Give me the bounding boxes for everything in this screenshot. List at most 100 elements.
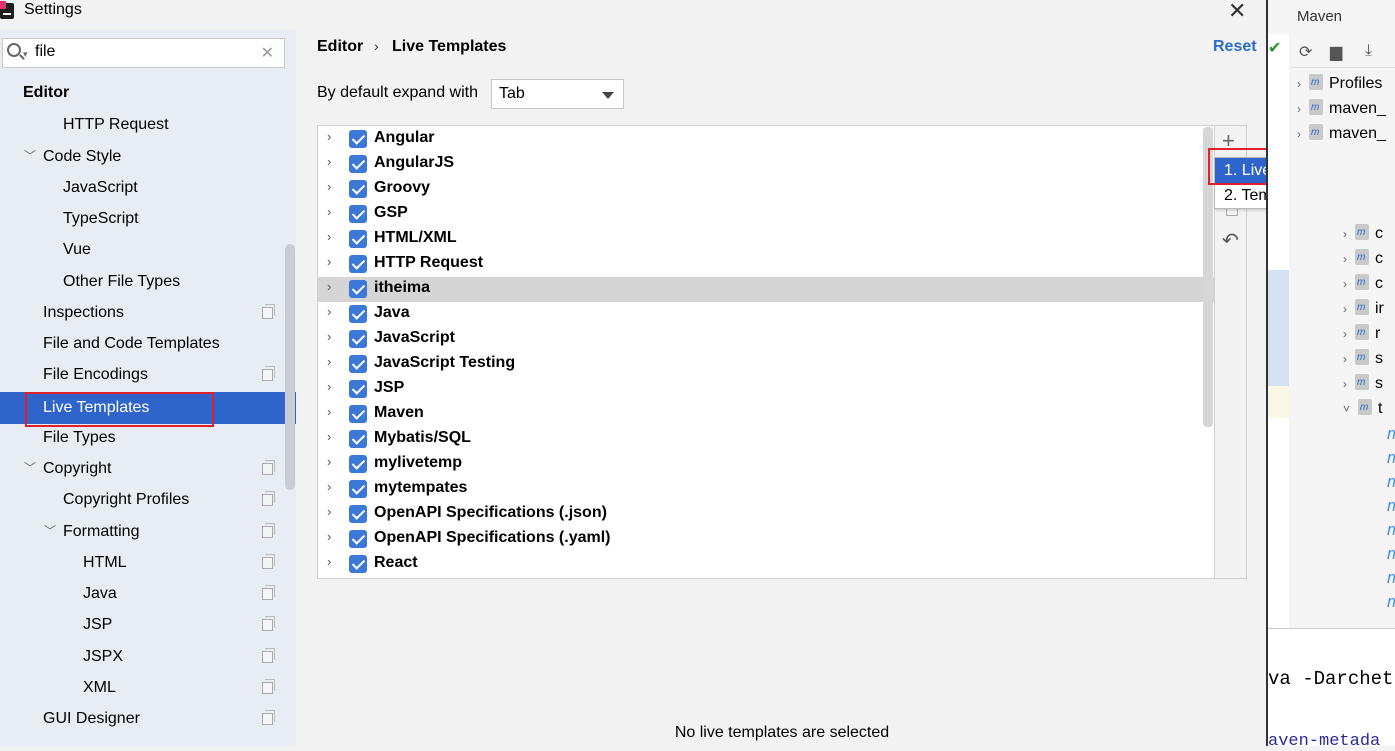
chevron-down-icon[interactable]: ﹀ (24, 141, 36, 172)
maven-row[interactable]: ›s (1343, 374, 1383, 399)
checkbox-checked[interactable] (349, 130, 367, 148)
clear-search-icon[interactable]: ✕ (261, 43, 274, 63)
chevron-right-icon[interactable]: › (1343, 302, 1347, 316)
template-group-row[interactable]: › Maven (318, 402, 1214, 427)
chevron-right-icon[interactable]: › (327, 154, 331, 169)
template-group-row[interactable]: › GSP (318, 202, 1214, 227)
checkbox-checked[interactable] (349, 430, 367, 448)
template-group-row[interactable]: › OpenAPI Specifications (.yaml) (318, 527, 1214, 552)
sidebar-item-file-encodings[interactable]: File Encodings (0, 359, 296, 390)
maven-row[interactable]: › maven_ (1297, 99, 1386, 124)
close-icon[interactable]: ✕ (1228, 0, 1246, 24)
search-icon[interactable] (7, 43, 21, 57)
sidebar-item-jsp[interactable]: JSP (0, 609, 296, 640)
sidebar-item-http-request[interactable]: HTTP Request (0, 109, 296, 140)
maven-row[interactable]: › maven_ (1297, 124, 1386, 149)
template-group-row[interactable]: › OpenAPI Specifications (.json) (318, 502, 1214, 527)
maven-row[interactable]: › Profiles (1297, 74, 1382, 99)
template-group-row[interactable]: › mytempates (318, 477, 1214, 502)
template-group-row[interactable]: › React (318, 552, 1214, 577)
sidebar-item-typescript[interactable]: TypeScript (0, 203, 296, 234)
chevron-right-icon[interactable]: › (1297, 102, 1301, 116)
chevron-right-icon[interactable]: › (327, 479, 331, 494)
template-group-row[interactable]: › HTTP Request (318, 252, 1214, 277)
checkbox-checked[interactable] (349, 255, 367, 273)
chevron-right-icon[interactable]: › (1343, 352, 1347, 366)
reset-link[interactable]: Reset (1213, 38, 1257, 56)
maven-row[interactable]: ˅t (1343, 399, 1382, 424)
checkbox-checked[interactable] (349, 480, 367, 498)
template-group-row[interactable]: › Angular (318, 127, 1214, 152)
chevron-right-icon[interactable]: › (1343, 377, 1347, 391)
sidebar-item-live-templates[interactable]: Live Templates (0, 392, 296, 424)
sidebar-item-jspx[interactable]: JSPX (0, 641, 296, 672)
chevron-right-icon[interactable]: › (1297, 127, 1301, 141)
checkbox-checked[interactable] (349, 555, 367, 573)
chevron-right-icon[interactable]: › (327, 454, 331, 469)
sidebar-item-java[interactable]: Java (0, 578, 296, 609)
chevron-down-icon[interactable]: ﹀ (44, 516, 56, 547)
chevron-right-icon[interactable]: › (327, 329, 331, 344)
template-group-row[interactable]: › Mybatis/SQL (318, 427, 1214, 452)
sidebar-item-editor[interactable]: Editor (0, 77, 296, 108)
checkbox-checked[interactable] (349, 155, 367, 173)
maven-row[interactable]: ›c (1343, 274, 1383, 299)
maven-row[interactable]: ›c (1343, 249, 1383, 274)
maven-row[interactable]: ›r (1343, 324, 1380, 349)
sidebar-item-copyright[interactable]: ﹀ Copyright (0, 453, 296, 484)
sidebar-item-formatting[interactable]: ﹀ Formatting (0, 516, 296, 547)
download-icon[interactable]: ⤓ (1365, 42, 1372, 60)
chevron-right-icon[interactable]: › (1343, 227, 1347, 241)
chevron-right-icon[interactable]: › (327, 504, 331, 519)
checkbox-checked[interactable] (349, 380, 367, 398)
chevron-right-icon[interactable]: › (327, 404, 331, 419)
sidebar-item-vue[interactable]: Vue (0, 234, 296, 265)
sidebar-item-html[interactable]: HTML (0, 547, 296, 578)
chevron-right-icon[interactable]: › (327, 129, 331, 144)
templates-scrollbar[interactable] (1203, 127, 1213, 427)
sidebar-item-file-and-code-templates[interactable]: File and Code Templates (0, 328, 296, 359)
restore-icon[interactable]: ↶ (1222, 228, 1239, 253)
chevron-right-icon[interactable]: › (1343, 327, 1347, 341)
checkbox-checked[interactable] (349, 305, 367, 323)
sidebar-item-code-style[interactable]: ﹀ Code Style (0, 141, 296, 172)
chevron-right-icon[interactable]: › (327, 529, 331, 544)
chevron-right-icon[interactable]: › (327, 379, 331, 394)
chevron-right-icon[interactable]: › (1343, 277, 1347, 291)
template-group-row[interactable]: › Java (318, 302, 1214, 327)
checkbox-checked[interactable] (349, 355, 367, 373)
add-icon[interactable]: + (1222, 128, 1235, 154)
chevron-right-icon[interactable]: › (327, 204, 331, 219)
chevron-right-icon[interactable]: › (327, 279, 331, 294)
checkbox-checked[interactable] (349, 205, 367, 223)
chevron-right-icon[interactable]: › (327, 229, 331, 244)
template-group-row[interactable]: › JSP (318, 377, 1214, 402)
search-input[interactable] (35, 43, 255, 61)
search-options-icon[interactable]: ▾ (23, 49, 28, 60)
reload-icon[interactable]: ⟳ (1299, 42, 1312, 62)
sidebar-item-copyright-profiles[interactable]: Copyright Profiles (0, 484, 296, 515)
checkbox-checked[interactable] (349, 330, 367, 348)
expand-with-dropdown[interactable]: Tab (491, 79, 624, 109)
checkbox-checked[interactable] (349, 455, 367, 473)
chevron-down-icon[interactable]: ﹀ (24, 453, 36, 484)
checkbox-checked[interactable] (349, 530, 367, 548)
checkbox-checked[interactable] (349, 405, 367, 423)
chevron-right-icon[interactable]: › (327, 304, 331, 319)
maven-row[interactable]: ›s (1343, 349, 1383, 374)
sidebar-item-file-types[interactable]: File Types (0, 422, 296, 453)
chevron-right-icon[interactable]: › (327, 354, 331, 369)
maven-row[interactable]: ›c (1343, 224, 1383, 249)
template-group-row[interactable]: › mylivetemp (318, 452, 1214, 477)
chevron-right-icon[interactable]: › (327, 254, 331, 269)
checkbox-checked[interactable] (349, 505, 367, 523)
maven-row[interactable]: › ir (1343, 299, 1384, 324)
sidebar-item-javascript[interactable]: JavaScript (0, 172, 296, 203)
chevron-right-icon[interactable]: › (327, 554, 331, 569)
breadcrumb-editor[interactable]: Editor (317, 38, 363, 56)
template-group-row[interactable]: › Groovy (318, 177, 1214, 202)
chevron-down-icon[interactable]: ˅ (1343, 402, 1350, 416)
chevron-right-icon[interactable]: › (327, 179, 331, 194)
template-group-row[interactable]: › JavaScript Testing (318, 352, 1214, 377)
template-group-row[interactable]: › HTML/XML (318, 227, 1214, 252)
